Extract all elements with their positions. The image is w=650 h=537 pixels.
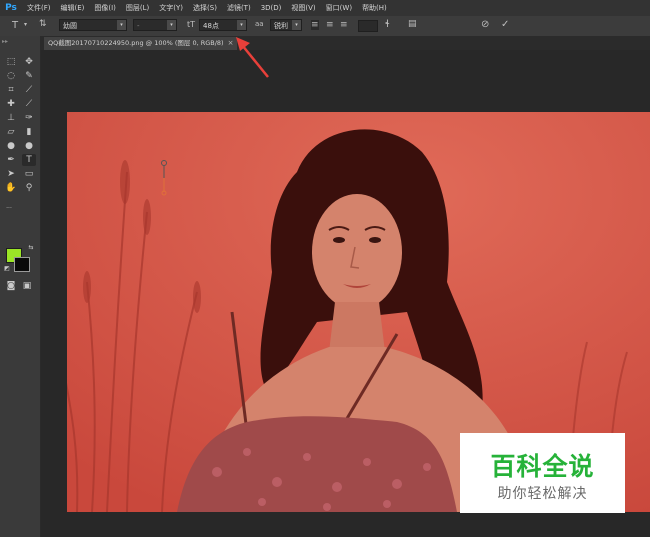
menu-filter[interactable]: 滤镜(T) [222, 3, 256, 13]
dodge-tool-icon[interactable]: ● [22, 140, 36, 152]
eraser-tool-icon[interactable]: ▱ [4, 126, 18, 138]
menu-image[interactable]: 图像(I) [89, 3, 121, 13]
font-family-select[interactable]: 幼圆 ▾ [59, 19, 127, 31]
toggle-orientation-icon[interactable]: ⇅ [39, 19, 47, 29]
history-brush-tool-icon[interactable]: ✑ [22, 112, 36, 124]
commit-icon[interactable]: ✓ [501, 19, 509, 30]
watermark: 百科全说 助你轻松解决 [460, 433, 625, 513]
tool-preset-chevron-icon[interactable]: ▾ [24, 21, 27, 28]
options-bar: T ▾ ⇅ 幼圆 ▾ - ▾ tT 48点 ▾ aa 锐利 ▾ ≡ ≡ ≡ ɬ … [0, 16, 650, 37]
menu-file[interactable]: 文件(F) [22, 3, 56, 13]
text-color-swatch[interactable] [358, 20, 378, 32]
eyedropper-tool-icon[interactable]: ⟋ [22, 84, 36, 96]
blur-tool-icon[interactable]: ● [4, 140, 18, 152]
gradient-tool-icon[interactable]: ▮ [22, 126, 36, 138]
font-style-value: - [137, 22, 140, 30]
font-size-value: 48点 [203, 22, 219, 30]
more-tools-icon[interactable]: ··· [2, 202, 16, 214]
toolbox-grip-icon[interactable]: ▸▸ [2, 38, 8, 45]
path-select-tool-icon[interactable]: ➤ [4, 168, 18, 180]
menu-layer[interactable]: 图层(L) [121, 3, 154, 13]
background-color-swatch[interactable] [14, 257, 30, 272]
pen-tool-icon[interactable]: ✒ [4, 154, 18, 166]
brush-tool-icon[interactable]: ⟋ [22, 98, 36, 110]
chevron-down-icon: ▾ [292, 20, 301, 30]
anti-alias-icon: aa [255, 20, 264, 28]
zoom-tool-icon[interactable]: ⚲ [22, 182, 36, 194]
stamp-tool-icon[interactable]: ⊥ [4, 112, 18, 124]
healing-tool-icon[interactable]: ✚ [4, 98, 18, 110]
quick-mask-icon[interactable]: ◙ [4, 280, 18, 292]
annotation-arrow-icon [236, 37, 269, 78]
document-tab-title: QQ截图20170710224950.png @ 100% (图层 0, RGB… [48, 39, 224, 47]
watermark-title: 百科全说 [490, 452, 595, 481]
align-right-icon[interactable]: ≡ [340, 20, 348, 30]
watermark-subtitle: 助你轻松解决 [497, 486, 588, 502]
chevron-down-icon: ▾ [167, 20, 176, 30]
font-size-icon: tT [187, 20, 196, 29]
shape-tool-icon[interactable]: ▭ [22, 168, 36, 180]
menu-type[interactable]: 文字(Y) [154, 3, 188, 13]
cancel-icon[interactable]: ⊘ [481, 19, 489, 30]
font-style-select[interactable]: - ▾ [133, 19, 177, 31]
menu-bar: Ps 文件(F) 编辑(E) 图像(I) 图层(L) 文字(Y) 选择(S) 滤… [0, 0, 650, 16]
swap-colors-icon[interactable]: ⇆ [24, 241, 38, 253]
text-cursor-icon [161, 160, 167, 196]
menu-help[interactable]: 帮助(H) [357, 3, 392, 13]
document-tab[interactable]: QQ截图20170710224950.png @ 100% (图层 0, RGB… [44, 37, 238, 50]
chevron-down-icon: ▾ [237, 20, 246, 30]
align-center-icon[interactable]: ≡ [326, 20, 334, 30]
menu-edit[interactable]: 编辑(E) [56, 3, 90, 13]
anti-alias-value: 锐利 [274, 22, 288, 30]
menu-view[interactable]: 视图(V) [286, 3, 320, 13]
toolbox: ▸▸ ⬚ ✥ ◌ ✎ ⌗ ⟋ ✚ ⟋ ⊥ ✑ ▱ ▮ ● ● ✒ T ➤ ▭ ✋… [0, 36, 41, 537]
type-tool-icon[interactable]: T [12, 20, 18, 31]
font-family-value: 幼圆 [63, 22, 77, 30]
chevron-down-icon: ▾ [117, 20, 126, 30]
anti-alias-select[interactable]: 锐利 ▾ [270, 19, 302, 31]
hand-tool-icon[interactable]: ✋ [4, 182, 18, 194]
menu-select[interactable]: 选择(S) [188, 3, 222, 13]
document-tab-bar: QQ截图20170710224950.png @ 100% (图层 0, RGB… [40, 36, 650, 50]
font-size-select[interactable]: 48点 ▾ [199, 19, 247, 31]
default-colors-icon[interactable]: ◩ [0, 262, 14, 274]
menu-3d[interactable]: 3D(D) [256, 4, 287, 12]
warp-text-icon[interactable]: ɬ [385, 19, 390, 30]
quick-select-tool-icon[interactable]: ✎ [22, 70, 36, 82]
character-panel-icon[interactable]: ▤ [408, 19, 417, 29]
menu-window[interactable]: 窗口(W) [321, 3, 357, 13]
crop-tool-icon[interactable]: ⌗ [4, 84, 18, 96]
screen-mode-icon[interactable]: ▣ [20, 280, 34, 292]
type-tool-icon[interactable]: T [22, 154, 36, 166]
marquee-tool-icon[interactable]: ⬚ [4, 56, 18, 68]
lasso-tool-icon[interactable]: ◌ [4, 70, 18, 82]
anti-alias-label: a [255, 20, 260, 28]
align-left-icon[interactable]: ≡ [311, 20, 319, 30]
app-logo: Ps [5, 3, 17, 13]
move-tool-icon[interactable]: ✥ [22, 56, 36, 68]
